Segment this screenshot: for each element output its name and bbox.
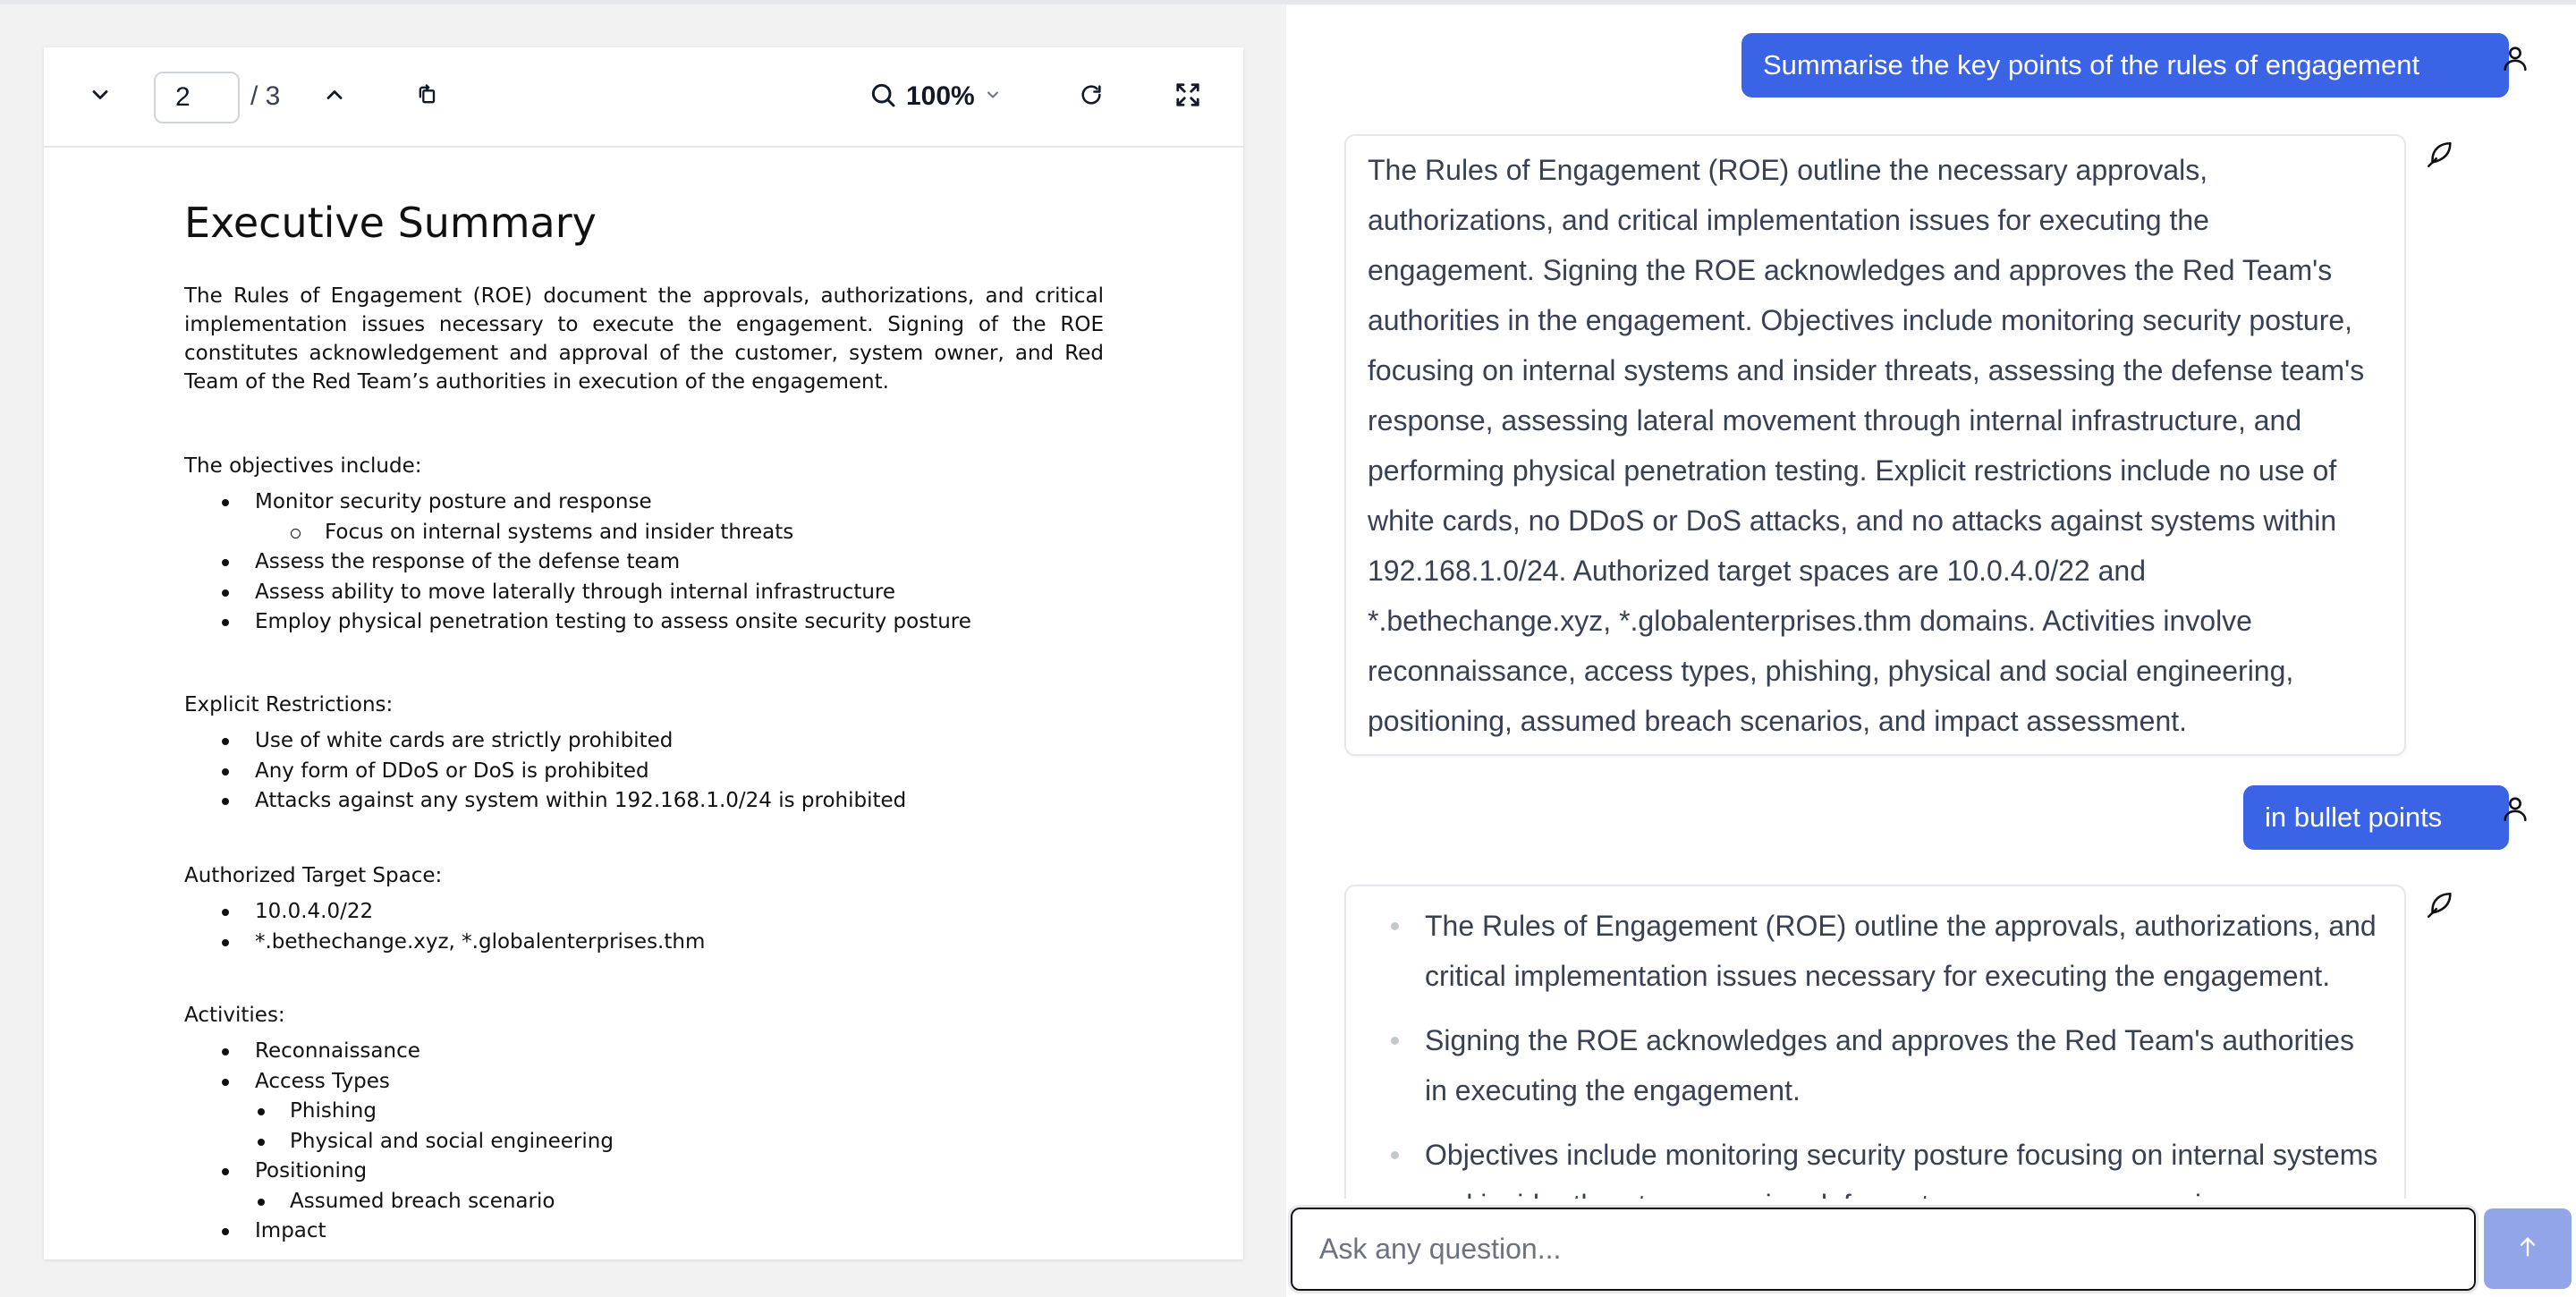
rotate-icon xyxy=(415,82,440,112)
restrictions-list: Use of white cards are strictly prohibit… xyxy=(184,726,906,817)
page-total: / 3 xyxy=(250,81,281,111)
send-button[interactable] xyxy=(2484,1208,2572,1289)
search-icon xyxy=(869,81,897,114)
question-input[interactable] xyxy=(1288,1205,2479,1293)
fullscreen-button[interactable] xyxy=(1165,74,1210,119)
message-text: The Rules of Engagement (ROE) outline th… xyxy=(1368,154,2365,737)
assistant-message: The Rules of Engagement (ROE) outline th… xyxy=(1344,134,2406,756)
chat-pane: Summarise the key points of the rules of… xyxy=(1286,4,2576,1297)
list-item: 10.0.4.0/22 xyxy=(184,897,705,928)
list-item: Objectives include monitoring security p… xyxy=(1391,1130,2383,1199)
feather-icon xyxy=(2422,887,2458,923)
list-item: Impact xyxy=(184,1216,614,1247)
list-item: Phishing xyxy=(184,1097,614,1127)
chevron-down-icon xyxy=(984,86,1002,108)
pdf-page: Executive Summary The Rules of Engagemen… xyxy=(44,148,1243,1259)
arrow-up-icon xyxy=(2515,1234,2540,1264)
objectives-list: Monitor security posture and response Fo… xyxy=(184,487,971,638)
assistant-message: The Rules of Engagement (ROE) outline th… xyxy=(1344,885,2406,1199)
chevron-up-icon xyxy=(322,82,347,112)
refresh-icon xyxy=(1079,82,1104,112)
objectives-heading: The objectives include: xyxy=(184,454,422,478)
list-item: Focus on internal systems and insider th… xyxy=(184,518,971,548)
bullet-list: The Rules of Engagement (ROE) outline th… xyxy=(1346,901,2404,1199)
list-item: Employ physical penetration testing to a… xyxy=(184,607,971,638)
prev-page-button[interactable] xyxy=(78,74,123,119)
list-item: Assumed breach scenario xyxy=(184,1187,614,1217)
next-page-button[interactable] xyxy=(312,74,357,119)
list-item: Use of white cards are strictly prohibit… xyxy=(184,726,906,757)
targets-heading: Authorized Target Space: xyxy=(184,864,443,887)
message-text: Summarise the key points of the rules of… xyxy=(1763,49,2420,81)
list-item: Attacks against any system within 192.16… xyxy=(184,786,906,817)
list-item: Reconnaissance xyxy=(184,1037,614,1067)
rotate-button[interactable] xyxy=(405,74,450,119)
pdf-toolbar: / 3 xyxy=(44,47,1243,148)
list-item: Monitor security posture and response xyxy=(184,487,971,518)
feather-icon xyxy=(2422,137,2458,173)
user-message: in bullet points xyxy=(2243,785,2509,850)
list-item: Any form of DDoS or DoS is prohibited xyxy=(184,757,906,787)
restrictions-heading: Explicit Restrictions: xyxy=(184,693,394,716)
page-number-input[interactable] xyxy=(154,72,240,123)
list-item: Positioning xyxy=(184,1157,614,1187)
list-item: Assess ability to move laterally through… xyxy=(184,578,971,608)
list-item: *.bethechange.xyz, *.globalenterprises.t… xyxy=(184,928,705,958)
user-message: Summarise the key points of the rules of… xyxy=(1741,33,2509,97)
message-text: in bullet points xyxy=(2265,801,2443,833)
zoom-level: 100% xyxy=(906,81,975,111)
list-item: Signing the ROE acknowledges and approve… xyxy=(1391,1015,2383,1115)
chevron-down-icon xyxy=(88,82,113,112)
list-item: Assess the response of the defense team xyxy=(184,547,971,578)
pdf-viewer: / 3 xyxy=(44,47,1243,1259)
activities-heading: Activities: xyxy=(184,1004,285,1027)
user-icon xyxy=(2497,791,2533,827)
page-title: Executive Summary xyxy=(184,198,597,247)
list-item: Access Types xyxy=(184,1067,614,1098)
intro-paragraph: The Rules of Engagement (ROE) document t… xyxy=(184,284,1104,394)
fullscreen-icon xyxy=(1174,81,1201,113)
user-icon xyxy=(2497,40,2533,76)
chat-input-area xyxy=(1286,1199,2576,1297)
zoom-dropdown[interactable]: 100% xyxy=(869,74,1002,119)
targets-list: 10.0.4.0/22 *.bethechange.xyz, *.globale… xyxy=(184,897,705,957)
activities-list: Reconnaissance Access Types Phishing Phy… xyxy=(184,1037,614,1247)
app-root: / 3 xyxy=(0,0,2576,1297)
refresh-button[interactable] xyxy=(1069,74,1114,119)
pdf-pane: / 3 xyxy=(0,4,1286,1297)
list-item: Physical and social engineering xyxy=(184,1127,614,1157)
list-item: The Rules of Engagement (ROE) outline th… xyxy=(1391,901,2383,1001)
